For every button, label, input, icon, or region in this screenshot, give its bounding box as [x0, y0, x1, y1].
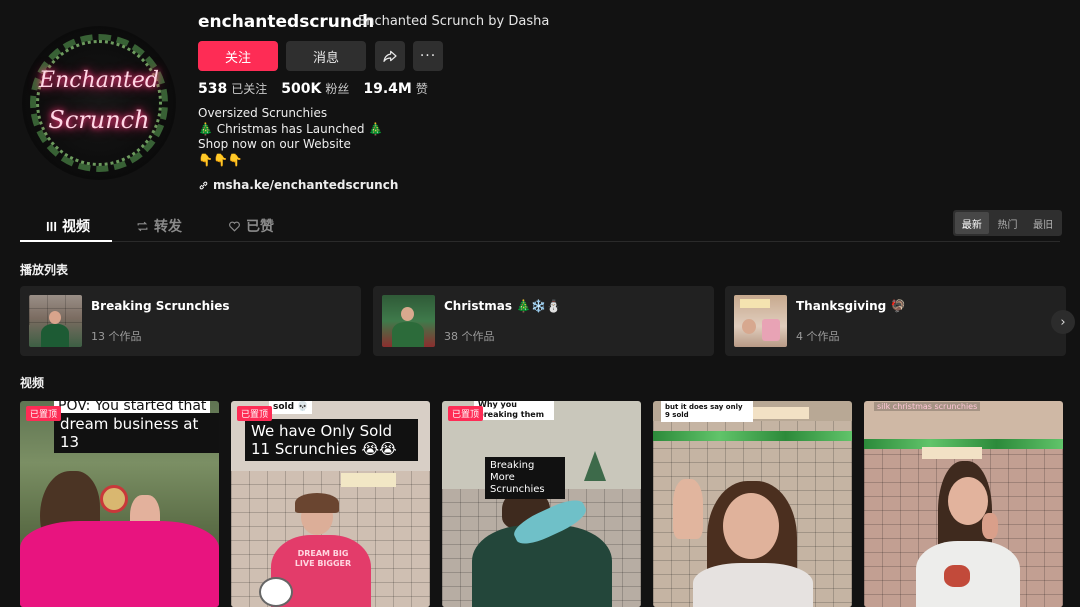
- tab-liked[interactable]: 已赞: [228, 216, 274, 236]
- playlist-count: 4 个作品: [796, 330, 840, 343]
- message-button[interactable]: 消息: [286, 41, 366, 71]
- stats-row: 538 已关注 500K 粉丝 19.4M 赞: [198, 80, 428, 97]
- tab-reposts[interactable]: 转发: [136, 216, 182, 236]
- videos-heading: 视频: [20, 376, 45, 390]
- playlist-count: 38 个作品: [444, 330, 495, 343]
- shirt-text: DREAM BIG LIVE BIGGER: [294, 549, 352, 568]
- more-button[interactable]: ···: [413, 41, 443, 71]
- bio: Oversized Scrunchies 🎄 Christmas has Lau…: [198, 106, 383, 168]
- video-caption: We have Only Sold 11 Scrunchies 😭😭: [245, 419, 418, 461]
- pinned-badge: 已置顶: [448, 406, 484, 421]
- playlists-heading: 播放列表: [20, 263, 69, 277]
- playlist-thumbnail: [734, 295, 787, 347]
- sort-latest[interactable]: 最新: [955, 212, 989, 234]
- playlist-thumbnail: [29, 295, 82, 347]
- pinned-badge: 已置顶: [26, 406, 62, 421]
- share-button[interactable]: [375, 41, 405, 71]
- profile-page: Enchanted Scrunch enchantedscrunch Encha…: [0, 0, 1080, 607]
- username: enchantedscrunch: [198, 12, 375, 32]
- playlist-name: Thanksgiving 🦃: [796, 299, 906, 313]
- chevron-right-icon[interactable]: ›: [1051, 310, 1075, 334]
- bio-line: 🎄 Christmas has Launched 🎄: [198, 121, 384, 136]
- nickname: Enchanted Scrunch by Dasha: [358, 14, 550, 29]
- profile-tabs: 视频 转发 已赞: [20, 210, 1060, 242]
- video-thumbnail[interactable]: 已置顶 Why you breaking them Breaking More …: [442, 401, 641, 607]
- playlist-card[interactable]: Breaking Scrunchies 13 个作品: [20, 286, 361, 356]
- video-caption: Breaking More Scrunchies: [485, 457, 565, 499]
- profile-link-text: msha.ke/enchantedscrunch: [213, 178, 399, 192]
- following-stat[interactable]: 538 已关注: [198, 80, 267, 97]
- playlist-count: 13 个作品: [91, 330, 142, 343]
- bio-line: Oversized Scrunchies: [198, 106, 328, 120]
- avatar-logo-text-1: Enchanted: [39, 68, 159, 93]
- repost-icon: [137, 221, 148, 231]
- sort-popular[interactable]: 热门: [991, 212, 1025, 234]
- pinned-badge: 已置顶: [237, 406, 273, 421]
- video-comment: but it does say only 9 sold: [661, 401, 753, 422]
- wreath-inner-ring: [36, 40, 162, 166]
- bio-line: Shop now on our Website: [198, 137, 351, 151]
- video-thumbnail[interactable]: 已置顶 sold 💀 We have Only Sold 11 Scrunchi…: [231, 401, 430, 607]
- playlist-card[interactable]: Thanksgiving 🦃 4 个作品: [725, 286, 1066, 356]
- video-caption: dream business at 13: [54, 413, 219, 453]
- heart-icon: [229, 221, 240, 232]
- profile-link[interactable]: msha.ke/enchantedscrunch: [198, 178, 398, 192]
- video-thumbnail[interactable]: silk christmas scrunchies: [864, 401, 1063, 607]
- avatar[interactable]: Enchanted Scrunch: [22, 26, 176, 180]
- active-tab-underline: [20, 240, 112, 242]
- playlist-card[interactable]: Christmas 🎄❄️⛄ 38 个作品: [373, 286, 714, 356]
- followers-stat[interactable]: 500K 粉丝: [281, 80, 349, 97]
- grid-icon: [46, 221, 57, 231]
- video-thumbnail[interactable]: 已置顶 POV: You started that dream business…: [20, 401, 219, 607]
- playlist-thumbnail: [382, 295, 435, 347]
- bio-line: 👇👇👇: [198, 152, 243, 167]
- follow-button[interactable]: 关注: [198, 41, 278, 71]
- likes-stat: 19.4M 赞: [363, 81, 428, 97]
- tab-videos[interactable]: 视频: [46, 216, 90, 236]
- video-caption-top: sold 💀: [269, 401, 313, 414]
- link-icon: [199, 181, 208, 189]
- sort-toggle: 最新 热门 最旧: [953, 210, 1062, 236]
- playlist-name: Christmas 🎄❄️⛄: [444, 299, 562, 313]
- video-thumbnail[interactable]: but it does say only 9 sold: [653, 401, 852, 607]
- avatar-logo-text-2: Scrunch: [48, 106, 150, 134]
- share-icon: [383, 50, 397, 62]
- video-caption-top: Why you breaking them: [474, 401, 554, 421]
- playlist-name: Breaking Scrunchies: [91, 299, 230, 313]
- video-caption-top: silk christmas scrunchies: [874, 402, 981, 411]
- sort-oldest[interactable]: 最旧: [1026, 212, 1060, 234]
